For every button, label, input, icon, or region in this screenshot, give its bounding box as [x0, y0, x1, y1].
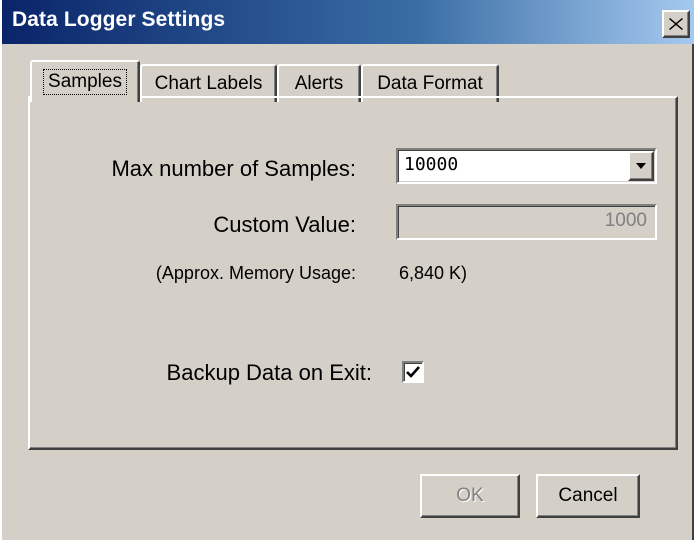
tab-samples[interactable]: Samples [30, 60, 140, 102]
cancel-button[interactable]: Cancel [536, 474, 640, 518]
tab-alerts-label: Alerts [294, 73, 344, 94]
title-bar[interactable]: Data Logger Settings [2, 0, 694, 44]
tab-data-format-label: Data Format [377, 73, 483, 94]
samples-panel [28, 96, 678, 450]
window-title: Data Logger Settings [12, 8, 226, 31]
tab-chart-labels-label: Chart Labels [154, 73, 263, 94]
cancel-button-label: Cancel [558, 485, 618, 506]
ok-button-label: OK [456, 485, 484, 506]
ok-button[interactable]: OK [420, 474, 520, 518]
close-icon [669, 18, 683, 30]
close-button[interactable] [662, 10, 690, 38]
dialog-window: Data Logger Settings Samples Chart Label… [0, 0, 694, 540]
tab-samples-label: Samples [43, 69, 127, 95]
